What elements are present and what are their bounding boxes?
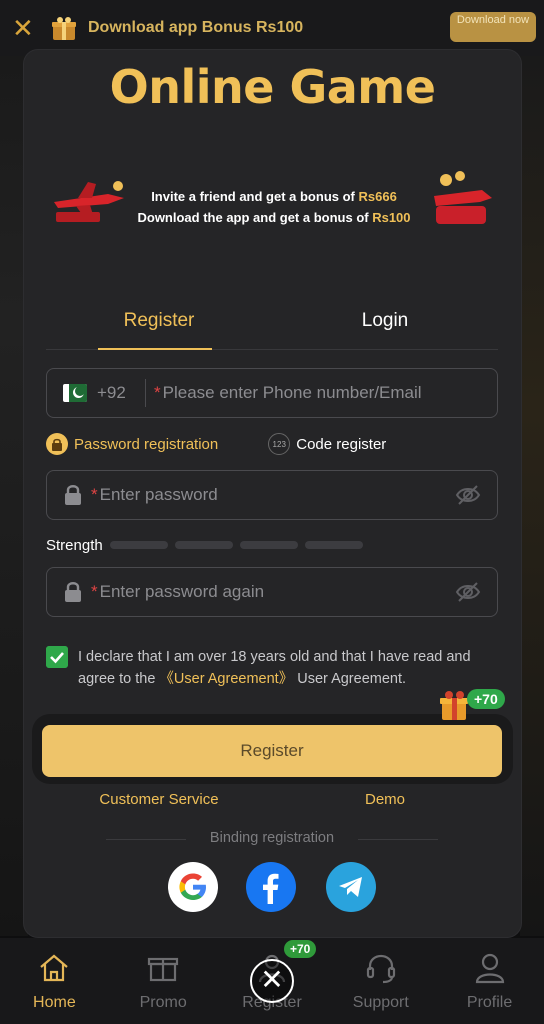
- telegram-login-button[interactable]: [326, 862, 376, 912]
- register-bonus-badge: +70: [284, 940, 317, 958]
- background-page-right: [520, 56, 544, 936]
- nav-item-promo[interactable]: Promo: [109, 938, 218, 1024]
- lock-badge-icon: [46, 433, 68, 455]
- password-registration-option[interactable]: Password registration: [46, 433, 218, 455]
- password-placeholder: Enter password: [99, 485, 218, 504]
- agree-checkbox[interactable]: [46, 646, 68, 668]
- age-agreement: I declare that I am over 18 years old an…: [46, 646, 498, 690]
- strength-bar: [174, 541, 233, 549]
- strength-bar: [304, 541, 363, 549]
- phone-email-field[interactable]: +92 * Please enter Phone number/Email: [46, 368, 498, 418]
- agreement-text-end: User Agreement.: [293, 671, 407, 687]
- close-banner-button[interactable]: ✕: [12, 15, 34, 41]
- user-icon: [475, 953, 504, 984]
- facebook-icon: [263, 873, 279, 904]
- demo-link[interactable]: Demo: [272, 791, 498, 808]
- field-divider: [145, 379, 146, 407]
- lock-icon: [65, 582, 81, 602]
- user-agreement-link[interactable]: 《User Agreement》: [159, 671, 293, 687]
- pakistan-flag-icon: [63, 384, 87, 402]
- strength-bar: [109, 541, 168, 549]
- tab-login[interactable]: Login: [272, 304, 498, 349]
- strength-label: Strength: [46, 536, 103, 554]
- facebook-login-button[interactable]: [246, 862, 296, 912]
- password-registration-label: Password registration: [74, 435, 219, 453]
- register-modal: Online Game Invite a friend and get a bo…: [24, 50, 521, 937]
- download-bonus-amount: Rs100: [372, 210, 411, 225]
- password-field[interactable]: * Enter password: [46, 470, 498, 520]
- confirm-password-field[interactable]: * Enter password again: [46, 567, 498, 617]
- auth-tabs: Register Login: [46, 304, 498, 350]
- register-bonus-badge: +70: [467, 689, 505, 709]
- gift-icon: [148, 957, 179, 982]
- google-login-button[interactable]: [168, 862, 218, 912]
- nav-item-home[interactable]: Home: [0, 938, 109, 1024]
- password-strength: Strength: [46, 536, 363, 554]
- country-code[interactable]: +92: [97, 383, 145, 403]
- tab-register[interactable]: Register: [46, 304, 272, 350]
- code-register-label: Code register: [296, 435, 387, 453]
- required-mark: *: [154, 383, 161, 402]
- help-links: Customer Service Demo: [46, 791, 498, 808]
- required-mark: *: [91, 582, 98, 601]
- nav-label: Home: [33, 994, 76, 1011]
- headset-icon: [366, 954, 395, 984]
- code-register-option[interactable]: 123 Code register: [268, 433, 386, 455]
- binding-registration-label: Binding registration: [46, 830, 498, 846]
- nav-label: Support: [352, 994, 409, 1011]
- wild-logo-icon: [434, 171, 492, 224]
- nav-item-profile[interactable]: Profile: [435, 938, 544, 1024]
- download-banner: ✕ Download app Bonus Rs100 Download now: [0, 0, 544, 56]
- telegram-icon: [339, 877, 362, 897]
- customer-service-link[interactable]: Customer Service: [46, 791, 272, 808]
- confirm-password-placeholder: Enter password again: [99, 582, 265, 601]
- lock-icon: [65, 485, 81, 505]
- brand-logo: Online Game: [109, 60, 436, 114]
- nav-item-support[interactable]: Support: [326, 938, 435, 1024]
- nav-label: Promo: [139, 994, 187, 1011]
- gift-icon: [52, 17, 76, 40]
- required-mark: *: [91, 485, 98, 504]
- phone-email-placeholder: Please enter Phone number/Email: [162, 383, 422, 402]
- download-now-button[interactable]: Download now: [450, 12, 536, 42]
- gift-icon: [440, 691, 468, 720]
- home-icon: [40, 954, 69, 982]
- register-button[interactable]: Register: [42, 725, 502, 777]
- close-modal-button[interactable]: ✕: [250, 959, 294, 1003]
- strength-bar: [239, 541, 298, 549]
- invite-bonus-amount: Rs666: [358, 189, 397, 204]
- google-icon: [179, 873, 206, 900]
- eye-off-icon[interactable]: [455, 581, 481, 603]
- nav-label: Profile: [466, 994, 513, 1011]
- registration-methods: Password registration 123 Code register: [46, 430, 498, 458]
- promo-banner: Invite a friend and get a bonus of Rs666…: [48, 168, 500, 248]
- code-icon: 123: [268, 433, 291, 455]
- banner-text: Download app Bonus Rs100: [88, 19, 304, 36]
- eye-off-icon[interactable]: [455, 484, 481, 506]
